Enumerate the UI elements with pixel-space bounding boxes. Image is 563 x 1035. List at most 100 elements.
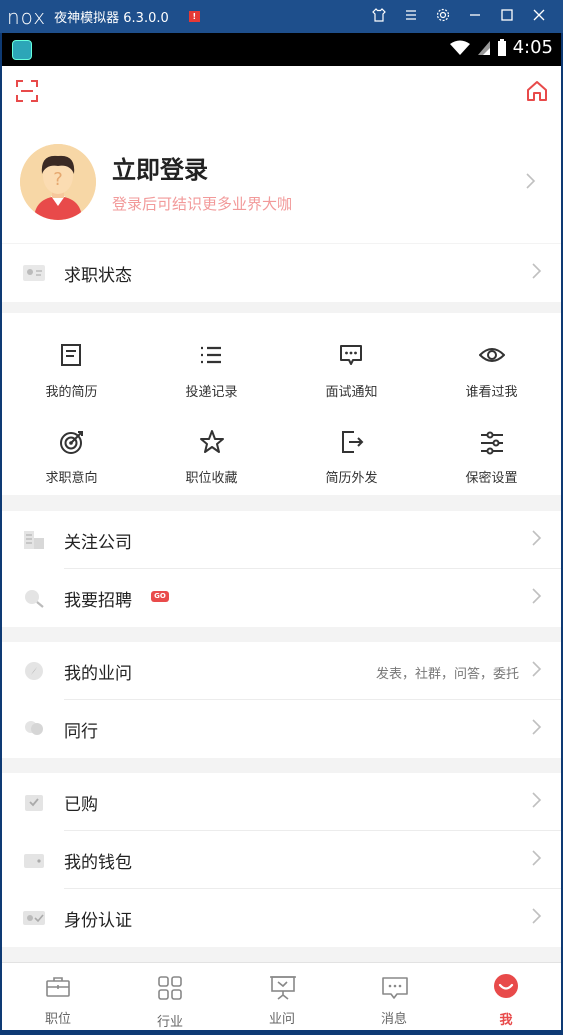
signal-icon [477,40,490,55]
svg-text:?: ? [53,169,63,190]
job-status-row[interactable]: 求职状态 [2,244,561,302]
grid-label: 求职意向 [45,471,98,486]
follow-company-label: 关注公司 [64,533,132,553]
my-questions-row[interactable]: 我的业问 发表，社群，问答，委托 [2,642,561,700]
chevron-right-icon [532,719,542,735]
search-person-icon [25,590,44,608]
alert-badge[interactable]: ! [188,11,200,22]
building-icon [24,531,44,549]
bag-check-icon [25,795,43,811]
peers-label: 同行 [64,722,98,742]
target-icon [60,431,83,454]
go-badge: GO [151,591,169,602]
login-subtitle: 登录后可结识更多业界大咖 [112,195,293,213]
board-icon [270,976,296,1000]
sliders-icon [481,431,503,455]
users-icon [25,721,43,735]
tab-label: 职位 [44,1012,71,1027]
maximize-icon[interactable] [491,7,523,27]
export-icon [342,431,364,453]
star-icon [200,430,224,453]
list-icon [201,346,221,364]
wallet-label: 我的钱包 [64,853,132,873]
me-icon [494,974,518,998]
bottom-tab-bar: 职位 行业 业问 消息 我 [2,962,561,1030]
app-notification-icon [12,40,32,60]
grid-item-interview[interactable]: 面试通知 [282,323,421,403]
compass-icon [25,662,43,680]
emulator-title: 夜神模拟器 6.3.0.0 [54,11,169,26]
chevron-right-icon [532,530,542,546]
scan-icon[interactable] [16,80,38,102]
grid-item-resume-export[interactable]: 简历外发 [282,409,421,489]
chevron-right-icon [532,908,542,924]
chevron-right-icon [532,850,542,866]
resume-icon [61,344,81,366]
android-status-bar: 4:05 [2,33,561,66]
chevron-right-icon [532,661,542,677]
my-questions-label: 我的业问 [64,664,132,684]
close-icon[interactable] [523,7,555,27]
my-questions-extra: 发表，社群，问答，委托 [375,667,519,682]
top-bar [2,66,561,118]
nox-logo: nox [7,4,47,29]
home-icon[interactable] [525,79,549,103]
grid-item-viewers[interactable]: 谁看过我 [422,323,561,403]
eye-icon [479,348,505,362]
battery-icon [497,38,506,56]
grid-item-applications[interactable]: 投递记录 [142,323,281,403]
menu-icon[interactable] [395,7,427,27]
job-status-label: 求职状态 [64,266,132,286]
purchased-label: 已购 [64,795,98,815]
grid-item-favorites[interactable]: 职位收藏 [142,409,281,489]
grid-item-privacy[interactable]: 保密设置 [422,409,561,489]
peers-row[interactable]: 同行 [2,700,561,758]
tab-me[interactable]: 我 [450,963,561,1030]
verification-label: 身份认证 [64,911,132,931]
grid-label: 简历外发 [325,471,378,486]
recruit-label: 我要招聘 [64,591,132,611]
tab-industry[interactable]: 行业 [114,963,226,1030]
wallet-icon [24,854,44,868]
follow-company-row[interactable]: 关注公司 [2,511,561,569]
shirt-icon[interactable] [363,7,395,27]
tab-label: 行业 [156,1015,183,1030]
chevron-right-icon [532,792,542,808]
briefcase-icon [46,977,70,997]
message-icon [340,345,362,365]
grid-item-resume[interactable]: 我的简历 [2,323,141,403]
grid-item-intention[interactable]: 求职意向 [2,409,141,489]
minimize-icon[interactable] [459,7,491,27]
wifi-icon [449,40,470,55]
tab-messages[interactable]: 消息 [338,963,450,1030]
chevron-right-icon [532,588,542,604]
grid-label: 我的简历 [45,385,98,400]
chevron-right-icon [526,173,536,189]
emulator-bottom-edge [0,1030,563,1035]
id-card-icon [23,265,45,281]
app-screen: ? 立即登录 登录后可结识更多业界大咖 求职状态 我的简历 投递记录 面试通知 … [2,66,561,1030]
verification-row[interactable]: 身份认证 [2,889,561,947]
tab-label: 业问 [268,1012,295,1027]
wallet-row[interactable]: 我的钱包 [2,831,561,889]
recruit-row[interactable]: 我要招聘 GO [2,569,561,627]
clock: 4:05 [512,37,553,58]
tab-questions[interactable]: 业问 [226,963,338,1030]
emulator-title-bar: nox 夜神模拟器 6.3.0.0 ! [0,0,563,33]
chat-icon [382,977,408,999]
avatar[interactable]: ? [20,144,96,220]
tab-label: 消息 [380,1012,407,1027]
grid-label: 谁看过我 [465,385,518,400]
tab-jobs[interactable]: 职位 [2,963,114,1030]
id-check-icon [23,911,45,925]
chevron-right-icon [532,263,542,279]
profile-card[interactable]: ? 立即登录 登录后可结识更多业界大咖 [2,118,561,243]
purchased-row[interactable]: 已购 [2,773,561,831]
grid-label: 投递记录 [185,385,238,400]
grid-label: 保密设置 [465,471,518,486]
gear-icon[interactable] [427,7,459,27]
tab-label: 我 [499,1013,513,1028]
grid-icon [158,976,182,1000]
login-title[interactable]: 立即登录 [112,150,208,185]
feature-grid: 我的简历 投递记录 面试通知 谁看过我 求职意向 职位收藏 简历外发 保密设置 [2,313,561,495]
